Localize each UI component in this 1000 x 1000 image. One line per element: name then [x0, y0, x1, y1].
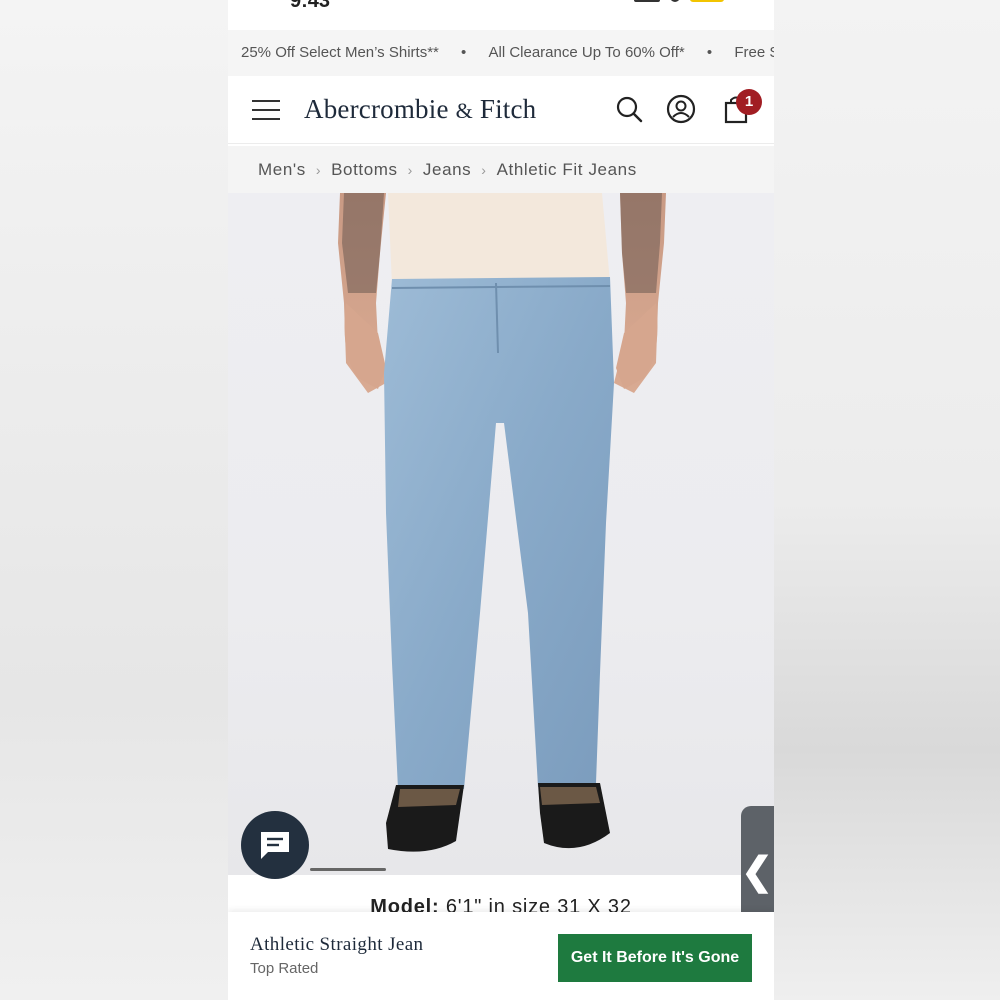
product-tag: Top Rated — [250, 960, 319, 977]
breadcrumb: Men's › Bottoms › Jeans › Athletic Fit J… — [228, 146, 774, 193]
battery-icon — [690, 0, 724, 2]
search-icon[interactable] — [614, 94, 644, 124]
breadcrumb-item-bottoms[interactable]: Bottoms — [331, 160, 398, 180]
product-image[interactable] — [228, 193, 774, 875]
brand-name-end: Fitch — [479, 94, 537, 124]
promo-item[interactable]: All Clearance Up To 60% Off* — [488, 30, 684, 76]
site-header: Abercrombie & Fitch 1 — [228, 76, 774, 144]
promo-item[interactable]: 25% Off Select Men’s Shirts** — [241, 30, 439, 76]
breadcrumb-item-athletic-fit[interactable]: Athletic Fit Jeans — [497, 160, 637, 180]
chat-icon — [261, 832, 289, 859]
chat-button[interactable] — [241, 811, 309, 879]
brand-ampersand: & — [455, 98, 473, 123]
breadcrumb-separator: › — [481, 161, 487, 178]
breadcrumb-item-mens[interactable]: Men's — [258, 160, 306, 180]
status-time: 9:43 — [290, 0, 331, 12]
menu-icon[interactable] — [252, 100, 280, 120]
status-bar: 9:43 — [228, 0, 774, 28]
promo-separator: • — [706, 44, 713, 61]
signal-icon — [634, 0, 660, 2]
product-name: Athletic Straight Jean — [250, 934, 424, 955]
promo-item[interactable]: Free S — [734, 30, 774, 76]
status-icons — [634, 0, 724, 2]
sticky-footer: Athletic Straight Jean Top Rated Get It … — [228, 912, 774, 1000]
breadcrumb-separator: › — [315, 161, 322, 178]
promo-bar[interactable]: 25% Off Select Men’s Shirts** • All Clea… — [228, 30, 774, 76]
product-photo — [338, 193, 666, 852]
account-icon[interactable] — [666, 94, 696, 124]
get-it-button[interactable]: Get It Before It's Gone — [558, 934, 752, 982]
background-left — [0, 0, 228, 1000]
breadcrumb-item-jeans[interactable]: Jeans — [423, 160, 471, 180]
carousel-indicator — [310, 868, 386, 871]
phone-screen: 9:43 25% Off Select Men’s Shirts** • All… — [228, 0, 774, 1000]
brand-name-main: Abercrombie — [304, 94, 449, 124]
promo-separator: • — [461, 44, 467, 61]
wifi-icon — [670, 0, 680, 2]
brand-logo[interactable]: Abercrombie & Fitch — [304, 94, 536, 125]
background-right — [774, 0, 1000, 1000]
breadcrumb-separator: › — [407, 161, 413, 178]
chevron-left-icon: ❮ — [741, 850, 773, 893]
bag-count-badge: 1 — [736, 89, 762, 115]
